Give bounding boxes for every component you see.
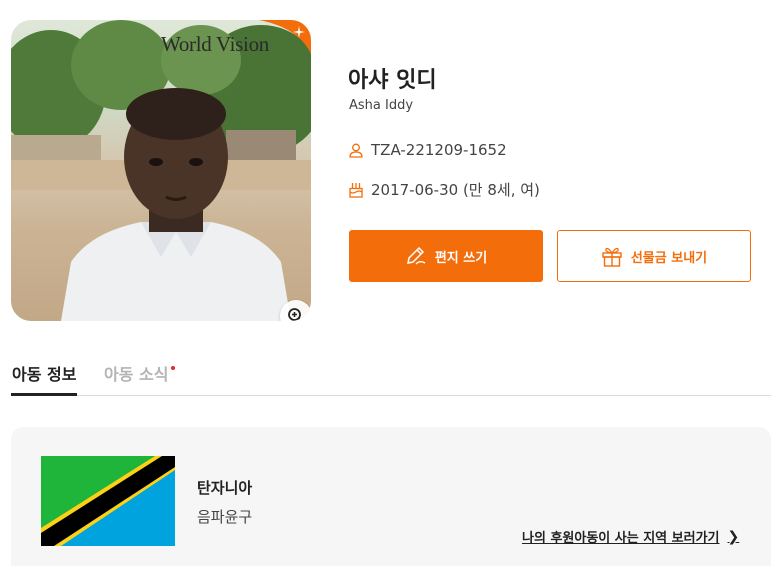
gift-icon xyxy=(602,247,622,267)
world-vision-watermark: World Vision xyxy=(161,32,269,56)
pen-icon xyxy=(406,246,426,265)
birthday: 2017-06-30 (만 8세, 여) xyxy=(371,181,540,199)
send-gift-label: 선물금 보내기 xyxy=(630,250,708,266)
child-id-row: TZA-221209-1652 xyxy=(349,141,507,159)
write-letter-label: 편지 쓰기 xyxy=(434,250,488,266)
tab-child-news[interactable]: 아동 소식 xyxy=(104,362,176,396)
tab-child-info[interactable]: 아동 정보 xyxy=(11,362,78,396)
zoom-button[interactable] xyxy=(280,300,311,321)
tab-bar: 아동 정보 아동 소식 xyxy=(11,362,771,396)
tanzania-flag xyxy=(41,456,175,546)
birthday-row: 2017-06-30 (만 8세, 여) xyxy=(349,179,540,200)
child-id: TZA-221209-1652 xyxy=(371,141,507,159)
person-icon xyxy=(349,143,363,158)
view-area-link-label: 나의 후원아동이 사는 지역 보러가기 xyxy=(522,531,720,546)
new-badge-dot xyxy=(171,366,176,370)
zoom-in-icon xyxy=(288,308,303,321)
write-letter-button[interactable]: 편지 쓰기 xyxy=(349,230,543,282)
country-card: 탄자니아 음파윤구 나의 후원아동이 사는 지역 보러가기 ❯ xyxy=(11,427,771,566)
child-figure xyxy=(61,88,291,321)
child-name: 아샤 잇디 xyxy=(348,68,437,93)
region-name: 음파윤구 xyxy=(197,508,253,526)
tab-child-news-label: 아동 소식 xyxy=(104,365,169,384)
child-photo[interactable]: World Vision xyxy=(11,20,311,321)
brand-corner-icon xyxy=(259,20,311,54)
view-area-link[interactable]: 나의 후원아동이 사는 지역 보러가기 ❯ xyxy=(522,527,740,547)
child-name-english: Asha Iddy xyxy=(349,98,414,113)
tab-child-info-label: 아동 정보 xyxy=(12,365,77,384)
country-name: 탄자니아 xyxy=(197,479,253,497)
cake-icon xyxy=(349,182,363,198)
send-gift-button[interactable]: 선물금 보내기 xyxy=(557,230,751,282)
chevron-right-icon: ❯ xyxy=(727,528,740,545)
